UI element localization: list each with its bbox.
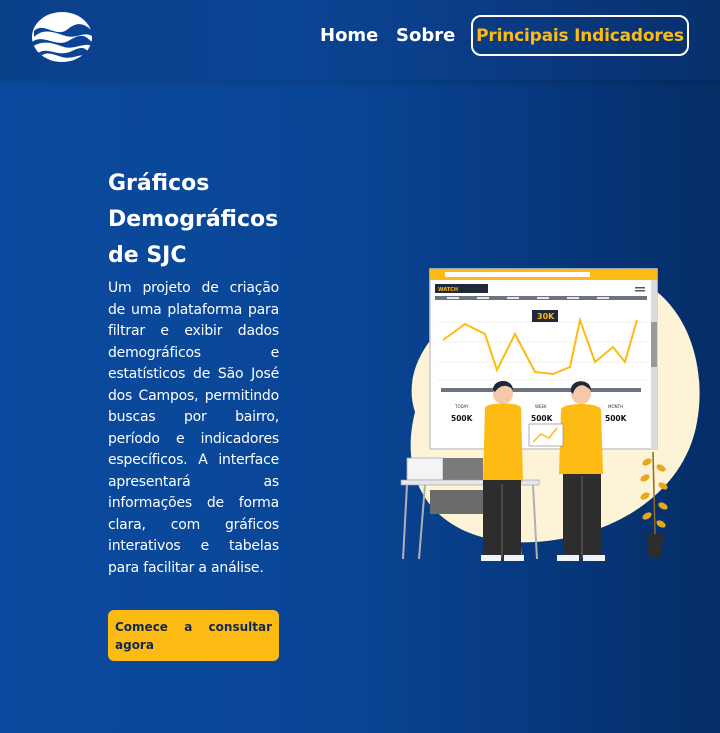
stat-value: 500K bbox=[531, 414, 554, 423]
dashboard-screen: WATCH 30K TODAY 500K WEEK 500K MONTH 500… bbox=[429, 268, 658, 450]
dashboard-illustration: WATCH 30K TODAY 500K WEEK 500K MONTH 500… bbox=[400, 268, 700, 561]
highlight-value: 30K bbox=[537, 312, 555, 321]
page-title: Gráficos Demográficos de SJC bbox=[108, 171, 279, 268]
person-left bbox=[481, 381, 524, 561]
stat-label: MONTH bbox=[608, 404, 623, 409]
stat-label: WEEK bbox=[535, 404, 547, 409]
stat-label: TODAY bbox=[454, 404, 469, 409]
wave-logo-icon[interactable] bbox=[28, 9, 96, 65]
stat-value: 500K bbox=[451, 414, 474, 423]
top-navbar: Home Sobre Principais Indicadores bbox=[0, 0, 720, 80]
hero-description: Um projeto de criação de uma plataforma … bbox=[108, 280, 279, 576]
nav-home-link[interactable]: Home bbox=[320, 24, 378, 48]
nav-sobre-link[interactable]: Sobre bbox=[396, 24, 455, 48]
nav-principais-indicadores-button[interactable]: Principais Indicadores bbox=[471, 15, 689, 56]
stat-value: 500K bbox=[605, 414, 628, 423]
screen-tab-label: WATCH bbox=[438, 287, 458, 293]
start-consulting-button[interactable]: Comece a consultar agora bbox=[108, 610, 279, 661]
